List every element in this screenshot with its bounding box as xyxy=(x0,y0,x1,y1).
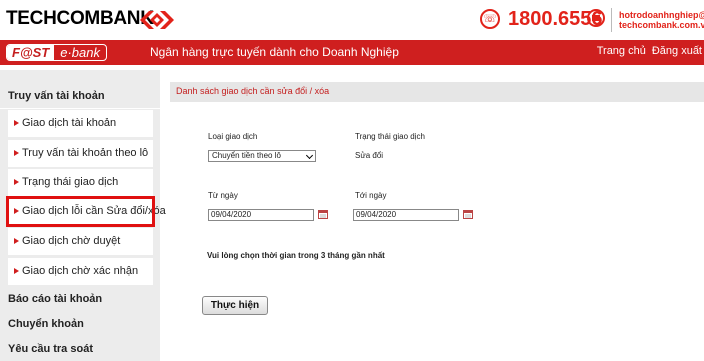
transaction-status-label: Trạng thái giao dịch xyxy=(355,132,425,141)
sidebar-item-label: Giao dịch chờ xác nhận xyxy=(22,265,139,277)
calendar-icon[interactable] xyxy=(318,210,328,219)
page-title: Danh sách giao dịch cần sửa đổi / xóa xyxy=(176,86,330,96)
top-links: Trang chủ Đăng xuất xyxy=(597,45,702,57)
arrow-right-icon xyxy=(14,268,19,274)
chevron-down-icon xyxy=(305,151,314,160)
from-date-input[interactable]: 09/04/2020 xyxy=(208,209,314,221)
arrow-right-icon xyxy=(14,120,19,126)
fast-ebank-logo[interactable]: F@ST e·bank xyxy=(6,44,107,61)
transaction-type-select[interactable]: Chuyển tiền theo lô xyxy=(208,150,316,162)
slogan: Ngân hàng trực tuyến dành cho Doanh Nghi… xyxy=(150,45,399,59)
mail-icon xyxy=(587,9,605,27)
transaction-type-label: Loại giao dịch xyxy=(208,132,258,141)
sidebar-item-transaction-status[interactable]: Trạng thái giao dịch xyxy=(8,169,153,196)
sidebar-item-label: Truy vấn tài khoản theo lô xyxy=(22,147,149,159)
sidebar-section-transfer[interactable]: Chuyển khoản xyxy=(0,311,160,337)
arrow-right-icon xyxy=(14,238,19,244)
support-email-line1: hotrodoanhnghiep@ xyxy=(619,10,704,20)
phone-icon: ☏ xyxy=(480,9,500,29)
arrow-right-icon xyxy=(14,179,19,185)
transaction-type-value: Chuyển tiền theo lô xyxy=(212,151,281,160)
transaction-status-value: Sửa đổi xyxy=(355,151,384,160)
date-range-note: Vui lòng chọn thời gian trong 3 tháng gầ… xyxy=(207,251,385,260)
support-email-line2: techcombank.com.vn xyxy=(619,20,704,30)
to-date-label: Tới ngày xyxy=(355,191,387,200)
techcombank-logo-icon xyxy=(140,11,174,29)
sidebar-item-label: Giao dịch lỗi cần Sửa đổi/xóa xyxy=(22,205,166,217)
top-header: TECHCOMBANK ☏ 1800.6556 hotrodoanhnghiep… xyxy=(0,0,704,40)
support-email[interactable]: hotrodoanhnghiep@ techcombank.com.vn xyxy=(619,10,704,30)
sidebar-item-account-transactions[interactable]: Giao dịch tài khoản xyxy=(8,110,153,137)
submit-button[interactable]: Thực hiện xyxy=(202,296,268,315)
home-link[interactable]: Trang chủ xyxy=(597,45,646,57)
arrow-right-icon xyxy=(14,208,19,214)
header-divider xyxy=(611,8,612,32)
fast-logo-text: F@ST xyxy=(7,45,55,60)
from-date-label: Từ ngày xyxy=(208,191,238,200)
sidebar-section-account-inquiry[interactable]: Truy vấn tài khoản xyxy=(0,83,160,109)
ebank-logo-text: e·bank xyxy=(60,45,100,60)
sidebar-item-pending-approval[interactable]: Giao dịch chờ duyệt xyxy=(8,228,153,255)
calendar-icon[interactable] xyxy=(463,210,473,219)
brand-logo-text[interactable]: TECHCOMBANK xyxy=(6,8,154,30)
sidebar-item-batch-inquiry[interactable]: Truy vấn tài khoản theo lô xyxy=(8,140,153,167)
logout-link[interactable]: Đăng xuất xyxy=(652,45,702,57)
arrow-right-icon xyxy=(14,150,19,156)
sidebar-item-pending-confirmation[interactable]: Giao dịch chờ xác nhận xyxy=(8,258,153,285)
sidebar-item-error-transactions[interactable]: Giao dịch lỗi cần Sửa đổi/xóa xyxy=(6,196,166,227)
sidebar-section-account-reports[interactable]: Báo cáo tài khoản xyxy=(0,286,160,312)
to-date-input[interactable]: 09/04/2020 xyxy=(353,209,459,221)
sidebar-section-inquiry-request[interactable]: Yêu cầu tra soát xyxy=(0,336,160,361)
sidebar-item-label: Giao dịch tài khoản xyxy=(22,117,117,129)
sidebar-item-label: Trạng thái giao dịch xyxy=(22,176,119,188)
sidebar-item-label: Giao dịch chờ duyệt xyxy=(22,235,121,247)
